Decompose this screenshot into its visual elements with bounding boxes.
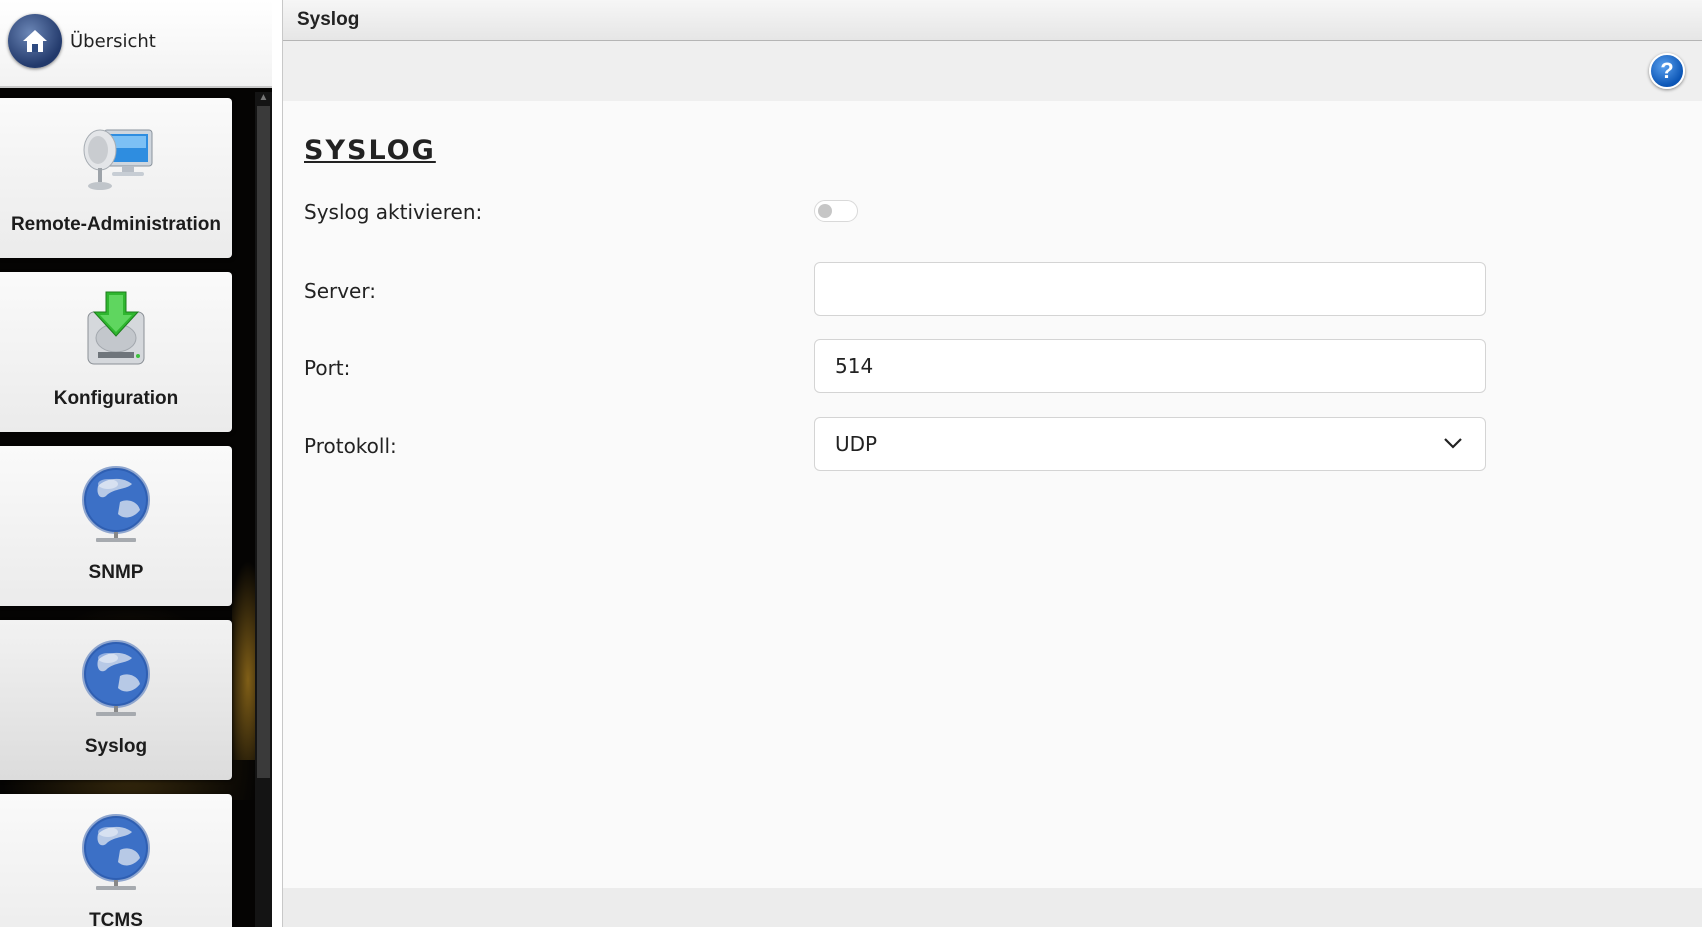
protocol-select[interactable]: UDP — [814, 417, 1486, 471]
help-icon[interactable]: ? — [1649, 53, 1685, 89]
sidebar-item-label: TCMS — [89, 910, 143, 927]
sidebar-item-label: SNMP — [88, 562, 144, 583]
syslog-enable-toggle[interactable] — [814, 200, 858, 222]
sidebar-item-tcms[interactable]: TCMS — [0, 794, 232, 927]
sidebar-scroll-thumb[interactable] — [257, 106, 270, 778]
download-disk-icon — [87, 291, 145, 365]
chevron-down-icon — [1444, 438, 1462, 449]
protocol-label: Protokoll: — [304, 434, 397, 458]
globe-network-icon — [82, 640, 150, 716]
page-title: Syslog — [297, 9, 360, 30]
syslog-form: SYSLOG Syslog aktivieren: Server: Port: … — [283, 101, 1702, 888]
home-icon — [23, 30, 47, 52]
globe-network-icon — [82, 814, 150, 890]
overview-bar: Übersicht — [0, 0, 272, 88]
port-label: Port: — [304, 356, 351, 380]
server-input[interactable] — [814, 262, 1486, 316]
toolbar: ? — [283, 41, 1702, 101]
sidebar-item-label: Syslog — [84, 736, 148, 757]
sidebar-item-label: Konfiguration — [53, 388, 179, 409]
home-button[interactable] — [8, 14, 62, 68]
sidebar: Übersicht Remote-Administration Konfigur… — [0, 0, 272, 927]
main-panel: Syslog ? SYSLOG Syslog aktivieren: Serve… — [282, 0, 1702, 927]
port-input[interactable]: 514 — [814, 339, 1486, 393]
remote-admin-icon — [83, 129, 153, 190]
sidebar-item-remote-administration[interactable]: Remote-Administration — [0, 98, 232, 258]
toggle-knob — [818, 204, 832, 218]
globe-network-icon — [82, 466, 150, 542]
protocol-value: UDP — [835, 432, 878, 456]
home-label[interactable]: Übersicht — [70, 31, 156, 52]
sidebar-item-snmp[interactable]: SNMP — [0, 446, 232, 606]
sidebar-item-syslog[interactable]: Syslog — [0, 620, 232, 780]
title-bar: Syslog — [283, 0, 1702, 41]
port-value: 514 — [835, 354, 874, 378]
footer-bar — [283, 888, 1702, 927]
server-label: Server: — [304, 279, 376, 303]
sidebar-item-label: Remote-Administration — [10, 214, 222, 235]
enable-label: Syslog aktivieren: — [304, 200, 483, 224]
section-title: SYSLOG — [304, 135, 436, 166]
scroll-up-arrow-icon[interactable]: ▲ — [257, 92, 270, 104]
sidebar-item-konfiguration[interactable]: Konfiguration — [0, 272, 232, 432]
